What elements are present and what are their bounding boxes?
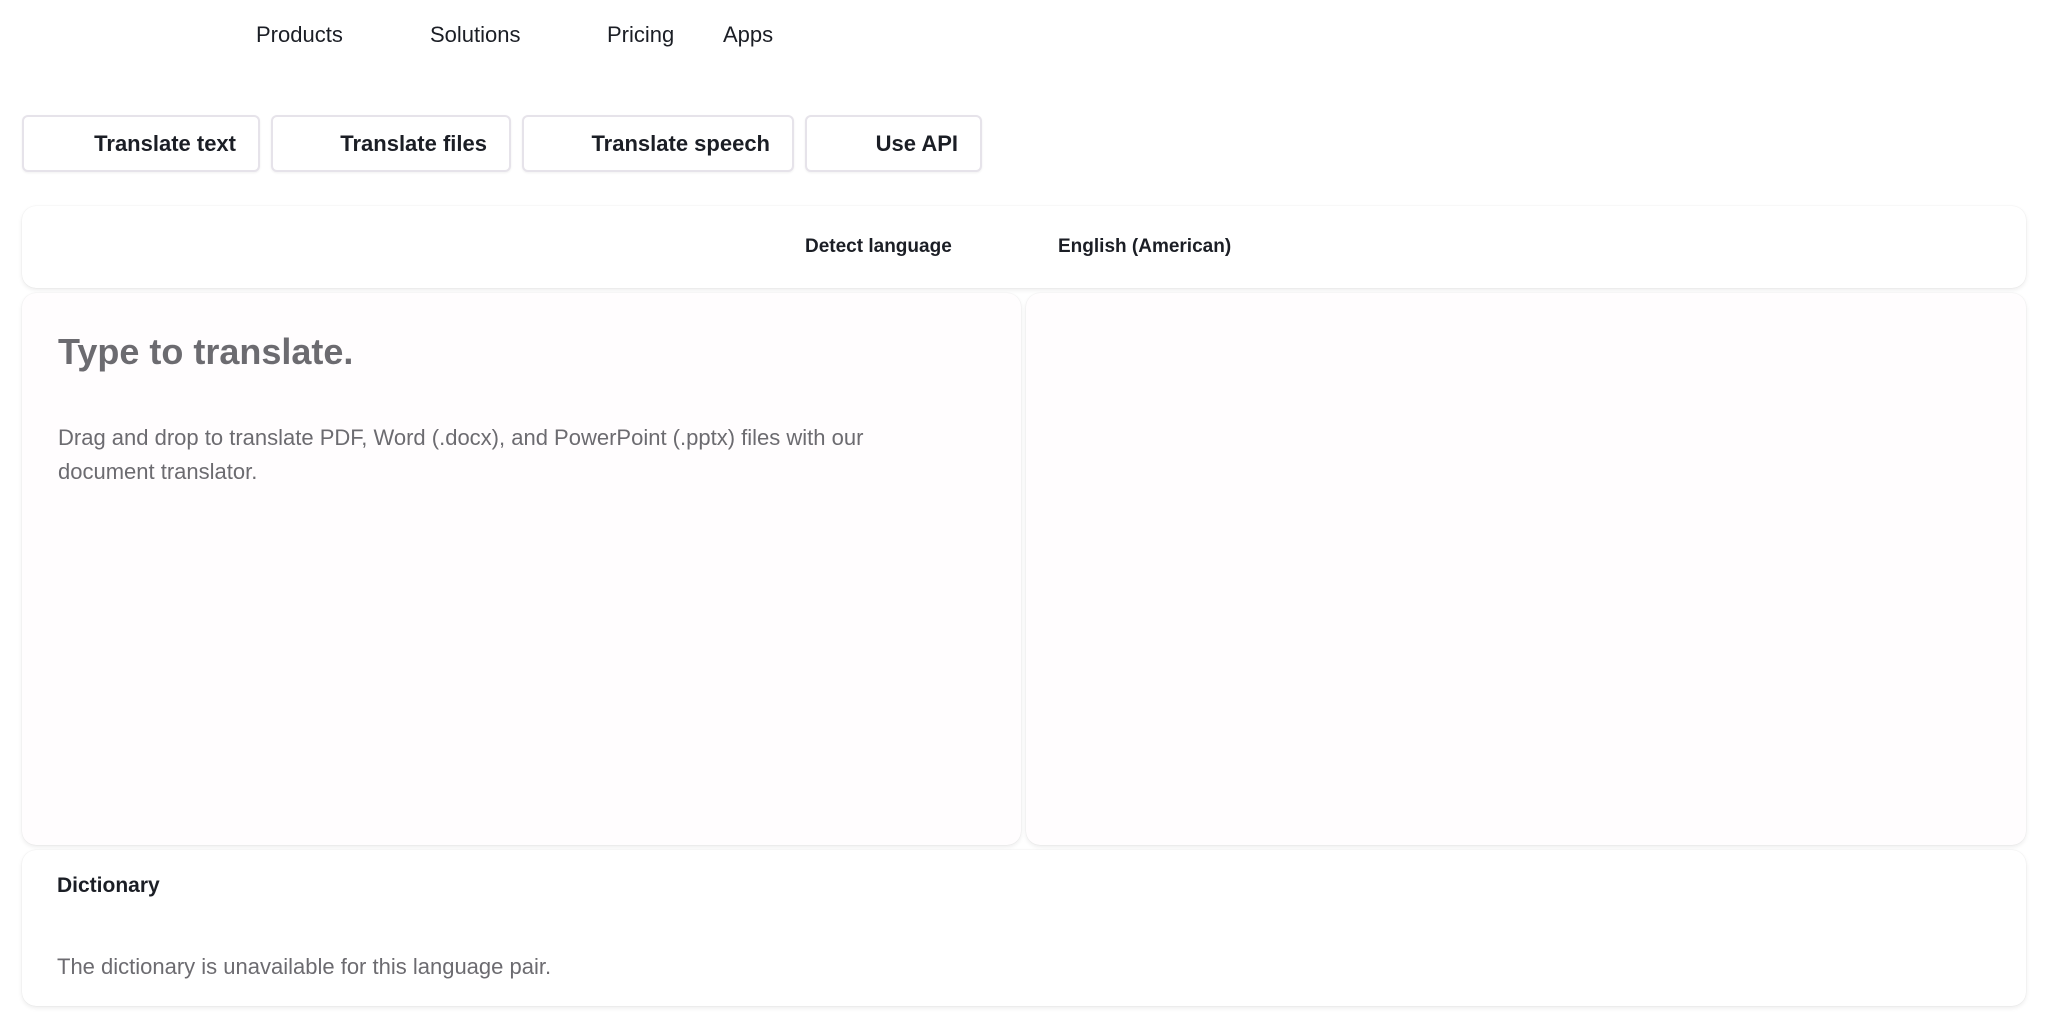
target-text-panel — [1026, 293, 2026, 845]
source-text-input[interactable]: Type to translate. — [58, 331, 978, 373]
tab-translate-speech-label: Translate speech — [591, 130, 770, 156]
nav-pricing[interactable]: Pricing — [607, 22, 674, 48]
nav-apps[interactable]: Apps — [723, 22, 773, 48]
nav-products[interactable]: Products — [256, 22, 343, 48]
dictionary-message: The dictionary is unavailable for this l… — [57, 954, 552, 979]
dictionary-panel: Dictionary The dictionary is unavailable… — [22, 850, 2026, 1006]
nav-solutions[interactable]: Solutions — [430, 22, 521, 48]
target-language-select[interactable]: English (American) — [1058, 236, 1231, 258]
language-bar: Detect language English (American) — [22, 206, 2026, 288]
tab-use-api-label: Use API — [875, 130, 958, 156]
tab-translate-text[interactable]: Translate text — [22, 115, 260, 172]
drop-files-hint: Drag and drop to translate PDF, Word (.d… — [58, 425, 864, 484]
tab-translate-files-label: Translate files — [340, 130, 487, 156]
tab-use-api[interactable]: Use API — [805, 115, 982, 172]
tab-translate-speech[interactable]: Translate speech — [522, 115, 794, 172]
top-navigation: Products Solutions Pricing Apps — [0, 0, 2048, 74]
tab-translate-files[interactable]: Translate files — [271, 115, 511, 172]
source-language-select[interactable]: Detect language — [805, 236, 952, 258]
source-text-panel[interactable]: Type to translate. Drag and drop to tran… — [22, 293, 1021, 845]
tab-translate-text-label: Translate text — [94, 130, 236, 156]
dictionary-title: Dictionary — [57, 874, 160, 897]
